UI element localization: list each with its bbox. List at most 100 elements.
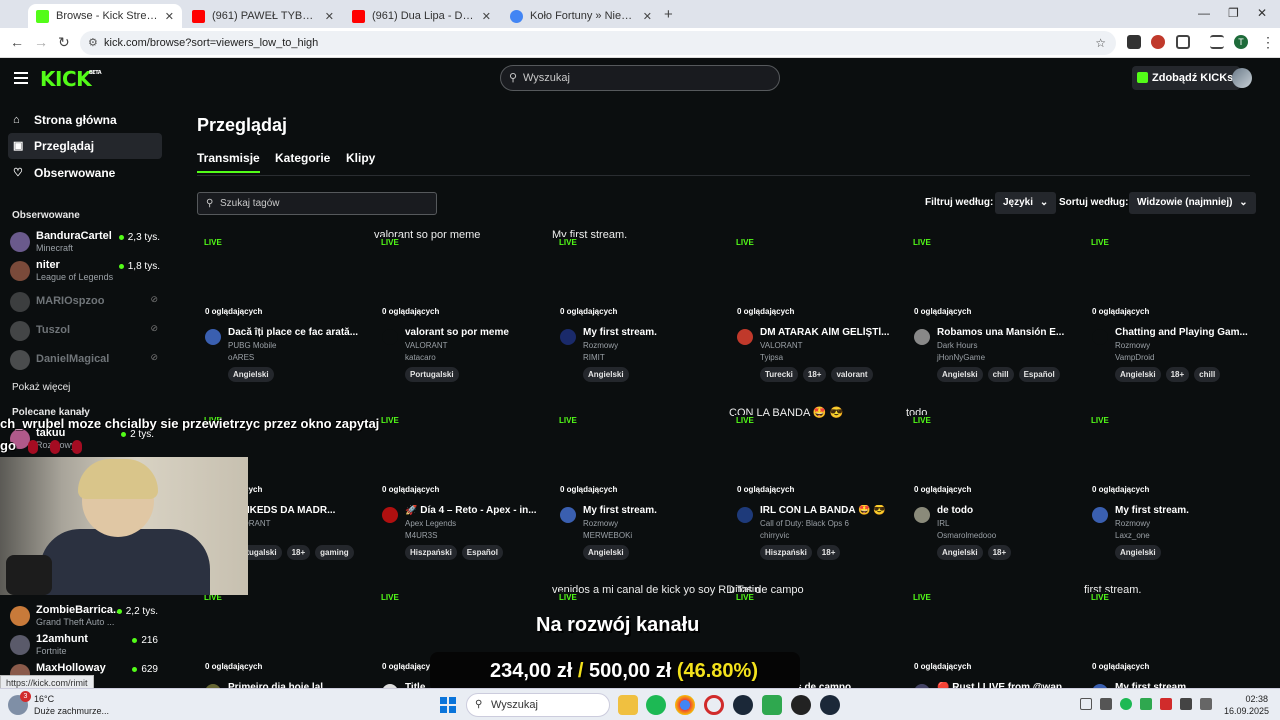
streamer-name[interactable]: VampDroid xyxy=(1115,353,1154,362)
streamer-name[interactable]: Laxz_one xyxy=(1115,531,1150,540)
stream-tag[interactable]: Portugalski xyxy=(405,367,459,382)
stream-card[interactable]: CON LA BANDA 🤩 😎 LIVE 0 oglądających IRL CO… xyxy=(729,407,894,577)
sidebar-item-following[interactable]: ♡ Obserwowane xyxy=(8,160,162,186)
opera-icon[interactable] xyxy=(704,695,724,715)
stream-tag[interactable]: Angielski xyxy=(1115,545,1161,560)
address-bar[interactable]: ⚙ kick.com/browse?sort=viewers_low_to_hi… xyxy=(80,31,1116,55)
stream-tag[interactable]: gaming xyxy=(315,545,354,560)
stream-tag[interactable]: 18+ xyxy=(816,545,841,560)
streamer-avatar[interactable] xyxy=(382,507,398,523)
search-input[interactable]: ⚲ Wyszukaj xyxy=(500,65,780,91)
stream-card[interactable]: LIVE 0 oglądających DM ATARAK AİM GELİŞTİ.… xyxy=(729,229,894,399)
stream-card[interactable]: LIVE 0 oglądających Robamos una Mansión E.… xyxy=(906,229,1071,399)
stream-card[interactable]: My first stream. LIVE 0 oglądających My fir… xyxy=(552,229,717,399)
stream-title[interactable]: 🚀 Día 4 – Reto - Apex - in... xyxy=(405,505,545,516)
tab-clips[interactable]: Klipy xyxy=(346,151,375,165)
close-icon[interactable]: ✕ xyxy=(165,10,174,23)
browser-tab[interactable]: (961) PAWEŁ TYBURSKI EXE (BC ✕ xyxy=(184,4,342,28)
browser-tab[interactable]: Koło Fortuny » Niestandardowy ✕ xyxy=(502,4,660,28)
recommended-channel[interactable]: 12amhunt Fortnite 216 xyxy=(10,631,160,657)
streamer-name[interactable]: RIMIT xyxy=(583,353,605,362)
streamer-avatar[interactable] xyxy=(560,507,576,523)
stream-category[interactable]: VALORANT xyxy=(760,341,803,350)
user-avatar[interactable] xyxy=(1232,68,1252,88)
followed-channel[interactable]: MARIOspzoo ⊘ xyxy=(10,288,160,314)
streamer-name[interactable]: M4UR3S xyxy=(405,531,437,540)
recommended-channel[interactable]: ZombieBarrica... Grand Theft Auto ... 2,… xyxy=(10,602,160,628)
taskbar-search[interactable]: ⚲ Wyszukaj xyxy=(466,693,610,717)
streamer-name[interactable]: jHonNyGame xyxy=(937,353,985,362)
stream-tag[interactable]: Angielski xyxy=(937,367,983,382)
stream-category[interactable]: Rozmowy xyxy=(583,341,618,350)
sort-dropdown[interactable]: Widzowie (najmniej) ⌄ xyxy=(1129,192,1256,214)
stream-category[interactable]: PUBG Mobile xyxy=(228,341,276,350)
stream-tag[interactable]: Angielski xyxy=(937,545,983,560)
hamburger-menu-icon[interactable] xyxy=(14,72,28,84)
tag-search-input[interactable]: ⚲ Szukaj tagów xyxy=(197,192,437,215)
followed-channel[interactable]: DanielMagical ⊘ xyxy=(10,346,160,372)
menu-dots-icon[interactable]: ⋮ xyxy=(1261,34,1275,51)
stream-card[interactable]: LIVE 0 oglądających My first stream. Rozmow… xyxy=(552,407,717,577)
streamer-avatar[interactable] xyxy=(914,507,930,523)
close-window-icon[interactable]: ✕ xyxy=(1257,6,1267,20)
stream-category[interactable]: Dark Hours xyxy=(937,341,977,350)
stream-tag[interactable]: Angielski xyxy=(583,545,629,560)
tray-chevron-icon[interactable] xyxy=(1080,698,1092,710)
stream-tag[interactable]: Angielski xyxy=(1115,367,1161,382)
weather-widget[interactable]: 3 16°C Duże zachmurze... xyxy=(8,691,118,717)
close-icon[interactable]: ✕ xyxy=(482,10,491,23)
stream-card[interactable]: LIVE 0 oglądających Chatting and Playing G… xyxy=(1084,229,1249,399)
stream-title[interactable]: Chatting and Playing Gam... xyxy=(1115,327,1255,338)
streamer-name[interactable]: chirryvic xyxy=(760,531,789,540)
forward-icon[interactable]: → xyxy=(34,34,48,50)
tray-app-icon[interactable] xyxy=(1100,698,1112,710)
media-control-icon[interactable] xyxy=(1210,35,1224,49)
steam-icon[interactable] xyxy=(733,695,753,715)
stream-category[interactable]: Rozmowy xyxy=(1115,519,1150,528)
streamer-name[interactable]: Tyipsa xyxy=(760,353,783,362)
windows-start-icon[interactable] xyxy=(440,697,456,713)
stream-tag[interactable]: Angielski xyxy=(583,367,629,382)
stream-category[interactable]: Call of Duty: Black Ops 6 xyxy=(760,519,849,528)
stream-title[interactable]: Robamos una Mansión E... xyxy=(937,327,1077,338)
streamer-avatar[interactable] xyxy=(382,329,398,345)
show-more-link[interactable]: Pokaż więcej xyxy=(12,382,70,393)
streamer-name[interactable]: MERWEBOKi xyxy=(583,531,632,540)
obs-icon[interactable] xyxy=(791,695,811,715)
tab-streams[interactable]: Transmisje xyxy=(197,151,260,173)
streamer-avatar[interactable] xyxy=(205,329,221,345)
streamer-avatar[interactable] xyxy=(737,507,753,523)
stream-category[interactable]: Rozmowy xyxy=(1115,341,1150,350)
bookmark-star-icon[interactable]: ☆ xyxy=(1095,31,1106,55)
new-tab-icon[interactable]: + xyxy=(664,6,673,23)
stream-category[interactable]: Rozmowy xyxy=(583,519,618,528)
streamer-avatar[interactable] xyxy=(1092,507,1108,523)
tray-app-icon[interactable] xyxy=(1140,698,1152,710)
back-icon[interactable]: ← xyxy=(10,34,24,50)
stream-title[interactable]: IRL CON LA BANDA 🤩 😎 xyxy=(760,505,900,516)
stream-tag[interactable]: Turecki xyxy=(760,367,798,382)
sidebar-item-home[interactable]: ⌂ Strona główna xyxy=(8,107,162,133)
volume-icon[interactable] xyxy=(1200,698,1212,710)
streamer-name[interactable]: oARES xyxy=(228,353,254,362)
stream-title[interactable]: Dacă îți place ce fac arată... xyxy=(228,327,368,338)
streamer-name[interactable]: katacaro xyxy=(405,353,436,362)
stream-title[interactable]: My first stream. xyxy=(583,505,723,516)
followed-channel[interactable]: Tuszol ⊘ xyxy=(10,317,160,343)
tray-app-icon[interactable] xyxy=(1120,698,1132,710)
followed-channel[interactable]: niter League of Legends 1,8 tys. xyxy=(10,257,160,283)
stream-tag[interactable]: Hiszpański xyxy=(760,545,812,560)
followed-channel[interactable]: BanduraCartel Minecraft 2,3 tys. xyxy=(10,228,160,254)
language-filter-dropdown[interactable]: Języki ⌄ xyxy=(995,192,1057,214)
get-kicks-button[interactable]: Zdobądź KICKs xyxy=(1132,66,1241,90)
browser-tab[interactable]: Browse - Kick Streaming ✕ xyxy=(28,4,182,28)
stream-tag[interactable]: Español xyxy=(1018,367,1060,382)
minimize-icon[interactable]: — xyxy=(1198,6,1210,20)
close-icon[interactable]: ✕ xyxy=(643,10,652,23)
stream-tag[interactable]: Hiszpański xyxy=(405,545,457,560)
profile-avatar[interactable]: T xyxy=(1234,35,1248,49)
streamer-avatar[interactable] xyxy=(560,329,576,345)
stream-card[interactable]: LIVE 0 oglądających 🚀 Día 4 – Reto - Apex … xyxy=(374,407,539,577)
stream-title[interactable]: RANKEDS DA MADR... xyxy=(228,505,368,516)
stream-tag[interactable]: 18+ xyxy=(286,545,311,560)
